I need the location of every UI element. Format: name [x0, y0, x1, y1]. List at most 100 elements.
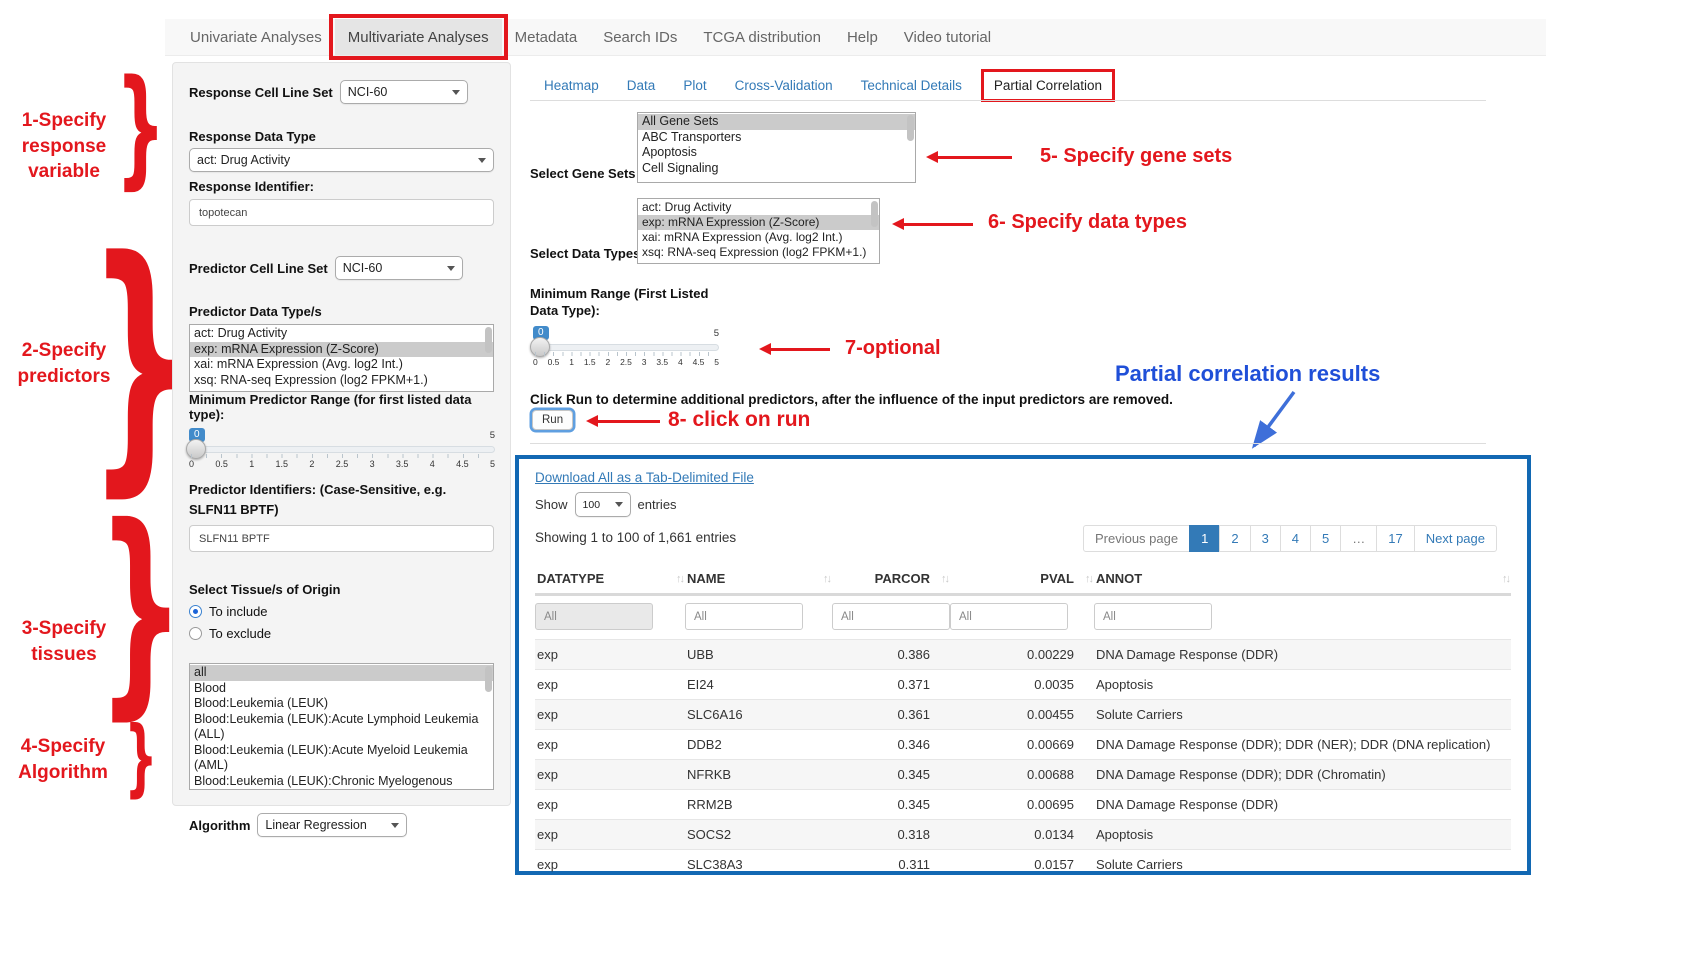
nav-item-help[interactable]: Help — [834, 19, 891, 55]
tab-technical-details[interactable]: Technical Details — [847, 78, 976, 93]
table-row[interactable]: exp RRM2B 0.345 0.00695 DNA Damage Respo… — [535, 790, 1511, 820]
list-option[interactable]: xsq: RNA-seq Expression (log2 FPKM+1.) — [638, 245, 879, 260]
cell-annot: DNA Damage Response (DDR) — [1094, 640, 1511, 670]
list-option[interactable]: Blood:Leukemia (LEUK) — [190, 696, 493, 712]
list-option[interactable]: Blood:Leukemia (LEUK):Acute Lymphoid Leu… — [190, 712, 493, 743]
tissue-exclude-radio-row[interactable]: To exclude — [189, 626, 494, 641]
column-header-annot[interactable]: ANNOT↑↓ — [1094, 567, 1511, 595]
nav-item-search-ids[interactable]: Search IDs — [590, 19, 690, 55]
predictor-identifiers-label: Predictor Identifiers: (Case-Sensitive, … — [189, 480, 494, 519]
predictor-cell-line-set-label: Predictor Cell Line Set — [189, 261, 328, 276]
entries-label: entries — [638, 497, 677, 512]
column-header-datatype[interactable]: DATATYPE↑↓ — [535, 567, 685, 595]
tab-heatmap[interactable]: Heatmap — [530, 78, 613, 93]
page-button-2[interactable]: 2 — [1219, 525, 1250, 552]
sort-icon[interactable]: ↑↓ — [941, 573, 948, 585]
table-row[interactable]: exp EI24 0.371 0.0035 Apoptosis — [535, 670, 1511, 700]
predictor-identifiers-input[interactable] — [189, 525, 494, 552]
scrollbar-thumb[interactable] — [485, 327, 492, 353]
table-row[interactable]: exp NFRKB 0.345 0.00688 DNA Damage Respo… — [535, 760, 1511, 790]
filter-input-name[interactable] — [685, 603, 803, 630]
table-row[interactable]: exp SOCS2 0.318 0.0134 Apoptosis — [535, 820, 1511, 850]
list-option[interactable]: act: Drug Activity — [190, 326, 493, 342]
tissue-include-radio-row[interactable]: To include — [189, 604, 494, 619]
cell-pval: 0.0157 — [950, 850, 1094, 880]
annotation-results-label: Partial correlation results — [1115, 361, 1380, 387]
nav-item-video-tutorial[interactable]: Video tutorial — [891, 19, 1004, 55]
sort-icon[interactable]: ↑↓ — [1085, 573, 1092, 585]
download-tab-delimited-link[interactable]: Download All as a Tab-Delimited File — [535, 470, 754, 485]
page-button-17[interactable]: 17 — [1376, 525, 1414, 552]
next-page-button[interactable]: Next page — [1414, 525, 1497, 552]
table-row[interactable]: exp SLC6A16 0.361 0.00455 Solute Carrier… — [535, 700, 1511, 730]
response-identifier-input[interactable] — [189, 199, 494, 226]
slider-track[interactable] — [189, 446, 495, 453]
cell-datatype: exp — [535, 730, 685, 760]
nav-item-univariate-analyses[interactable]: Univariate Analyses — [177, 19, 335, 55]
column-header-name[interactable]: NAME↑↓ — [685, 567, 832, 595]
brace-glyph: } — [125, 708, 158, 806]
red-brace-step1: } — [120, 64, 162, 190]
column-header-pval[interactable]: PVAL↑↓ — [950, 567, 1094, 595]
tab-partial-correlation[interactable]: Partial Correlation — [984, 71, 1112, 100]
slider-track[interactable] — [533, 344, 719, 351]
list-option[interactable]: act: Drug Activity — [638, 200, 879, 215]
list-option[interactable]: Apoptosis — [638, 145, 915, 161]
table-row[interactable]: exp UBB 0.386 0.00229 DNA Damage Respons… — [535, 640, 1511, 670]
list-option-selected[interactable]: All Gene Sets — [638, 114, 915, 130]
annotation-step1: 1-Specify response variable — [4, 108, 124, 185]
list-option-selected[interactable]: all — [190, 665, 493, 681]
scrollbar-thumb[interactable] — [871, 201, 878, 227]
cell-parcor: 0.386 — [832, 640, 950, 670]
nav-item-metadata[interactable]: Metadata — [502, 19, 591, 55]
column-header-parcor[interactable]: PARCOR↑↓ — [832, 567, 950, 595]
page-button-3[interactable]: 3 — [1250, 525, 1281, 552]
page-button-1[interactable]: 1 — [1189, 525, 1220, 552]
chevron-down-icon — [478, 158, 486, 163]
response-cell-line-set-select[interactable]: NCI-60 — [340, 80, 468, 104]
tab-data[interactable]: Data — [613, 78, 670, 93]
tab-plot[interactable]: Plot — [669, 78, 720, 93]
data-types-label: Select Data Types — [530, 246, 640, 261]
list-option[interactable]: Blood:Leukemia (LEUK):Acute Myeloid Leuk… — [190, 743, 493, 774]
nav-item-tcga-distribution[interactable]: TCGA distribution — [690, 19, 834, 55]
table-row[interactable]: exp DDB2 0.346 0.00669 DNA Damage Respon… — [535, 730, 1511, 760]
analysis-tabs: Heatmap Data Plot Cross-Validation Techn… — [530, 70, 1112, 100]
list-option-selected[interactable]: exp: mRNA Expression (Z-Score) — [638, 215, 879, 230]
list-option[interactable]: ABC Transporters — [638, 130, 915, 146]
list-option-selected[interactable]: exp: mRNA Expression (Z-Score) — [190, 342, 493, 358]
page-button-5[interactable]: 5 — [1310, 525, 1341, 552]
radio-off-icon[interactable] — [189, 627, 202, 640]
page-size-select[interactable]: 100 — [575, 492, 631, 517]
table-row[interactable]: exp SLC38A3 0.311 0.0157 Solute Carriers — [535, 850, 1511, 880]
filter-input-parcor[interactable] — [832, 603, 950, 630]
scrollbar-thumb[interactable] — [485, 666, 492, 692]
sort-icon[interactable]: ↑↓ — [1502, 573, 1509, 585]
filter-input-pval[interactable] — [950, 603, 1068, 630]
nav-item-multivariate-analyses[interactable]: Multivariate Analyses — [335, 19, 502, 55]
list-option[interactable]: Blood:Leukemia (LEUK):Chronic Myelogenou… — [190, 774, 493, 791]
filter-input-annot[interactable] — [1094, 603, 1212, 630]
show-label: Show — [535, 497, 568, 512]
scrollbar-thumb[interactable] — [907, 115, 914, 141]
algorithm-select[interactable]: Linear Regression — [257, 813, 407, 837]
radio-on-icon[interactable] — [189, 605, 202, 618]
tick-label: 3 — [370, 459, 375, 469]
previous-page-button[interactable]: Previous page — [1083, 525, 1190, 552]
sort-icon[interactable]: ↑↓ — [676, 573, 683, 585]
list-option[interactable]: xai: mRNA Expression (Avg. log2 Int.) — [638, 230, 879, 245]
list-option[interactable]: Blood — [190, 681, 493, 697]
slider-ticks — [535, 352, 717, 356]
run-button[interactable]: Run — [532, 410, 573, 430]
tab-cross-validation[interactable]: Cross-Validation — [721, 78, 847, 93]
list-option[interactable]: xsq: RNA-seq Expression (log2 FPKM+1.) — [190, 373, 493, 389]
response-data-type-select[interactable]: act: Drug Activity — [189, 148, 494, 172]
tissue-exclude-label: To exclude — [209, 626, 271, 641]
predictor-cell-line-set-select[interactable]: NCI-60 — [335, 256, 463, 280]
list-option[interactable]: Cell Signaling — [638, 161, 915, 177]
filter-input-datatype[interactable] — [535, 603, 653, 630]
annotation-arrow-optional — [765, 348, 830, 351]
list-option[interactable]: xai: mRNA Expression (Avg. log2 Int.) — [190, 357, 493, 373]
page-button-4[interactable]: 4 — [1280, 525, 1311, 552]
sort-icon[interactable]: ↑↓ — [823, 573, 830, 585]
